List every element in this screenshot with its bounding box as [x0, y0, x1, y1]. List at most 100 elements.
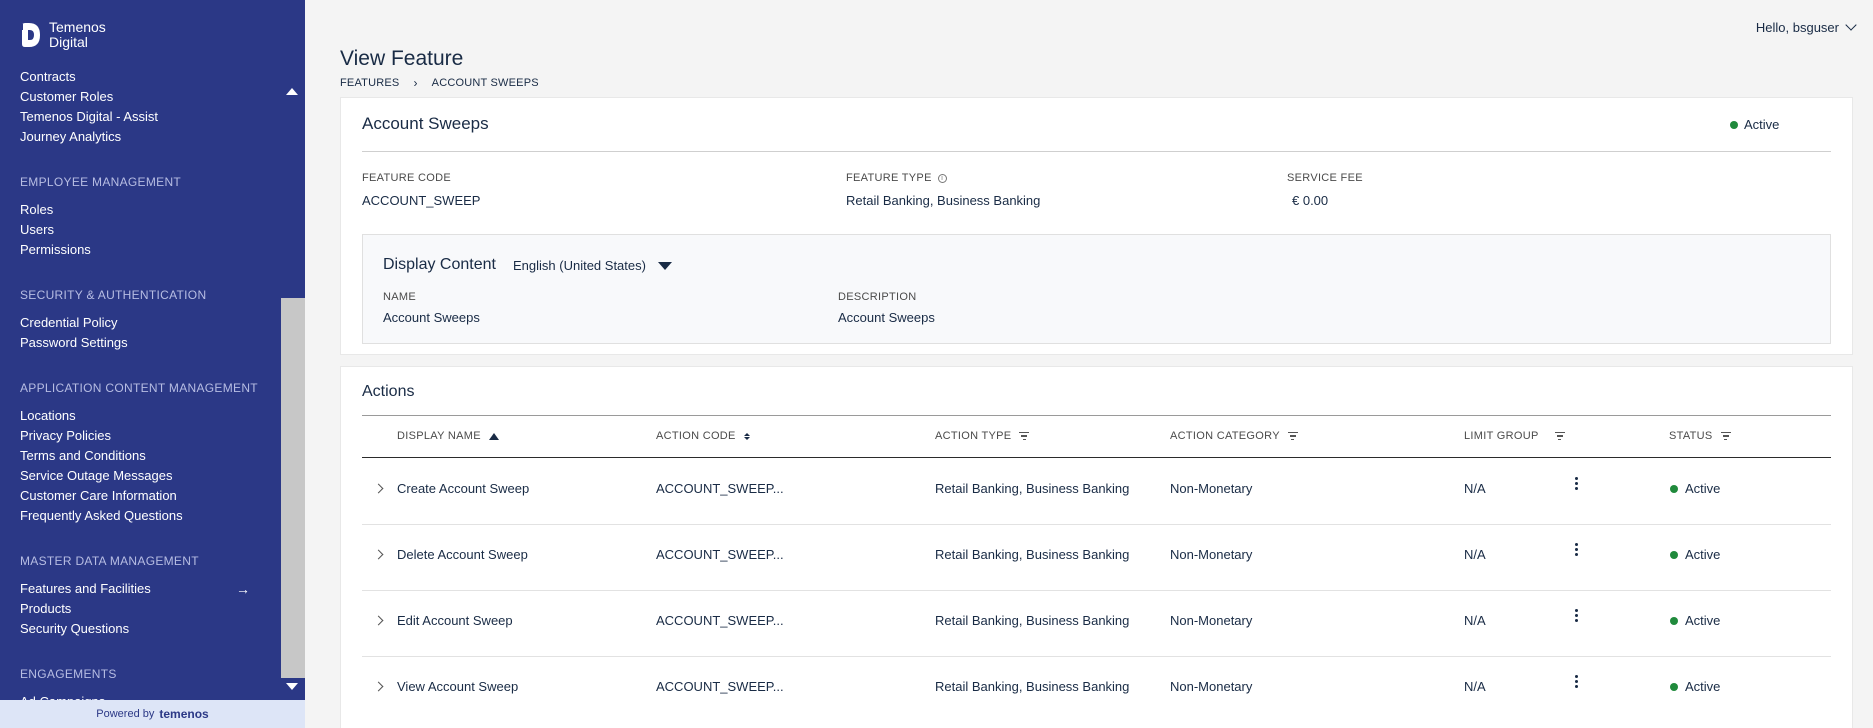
sidebar-item-digital-assist[interactable]: Temenos Digital - Assist [0, 107, 280, 127]
brand-line1: Temenos [49, 19, 106, 35]
content-name-label: NAME [383, 291, 416, 303]
brand-logo[interactable]: Temenos Digital [19, 20, 106, 50]
status-dot-icon [1670, 616, 1678, 625]
chevron-down-icon [1845, 19, 1857, 31]
caret-down-icon [657, 261, 672, 270]
feature-status-label: Active [1744, 117, 1780, 132]
row-display-name: Create Account Sweep [397, 481, 530, 496]
sidebar-scrollbar[interactable] [281, 78, 305, 700]
row-status: Active [1670, 613, 1720, 628]
expand-chevron-icon[interactable] [373, 615, 384, 626]
display-content-title: Display Content [383, 256, 496, 273]
sidebar-item-features-facilities[interactable]: Features and Facilities → [0, 579, 280, 599]
col-action-code[interactable]: ACTION CODE [656, 430, 750, 442]
scroll-track[interactable] [281, 104, 305, 678]
expand-chevron-icon[interactable] [373, 681, 384, 692]
language-selected-value: English (United States) [513, 258, 646, 273]
language-dropdown[interactable]: English (United States) [513, 258, 672, 273]
col-action-category[interactable]: ACTION CATEGORY [1170, 430, 1298, 442]
sidebar-group-app-content: APPLICATION CONTENT MANAGEMENT [20, 381, 258, 395]
sidebar-item-terms[interactable]: Terms and Conditions [0, 446, 280, 466]
sidebar-group-security: SECURITY & AUTHENTICATION [20, 288, 207, 302]
sidebar-group-employee-management: EMPLOYEE MANAGEMENT [20, 175, 182, 189]
expand-chevron-icon[interactable] [373, 483, 384, 494]
sidebar-item-roles[interactable]: Roles [0, 200, 280, 220]
feature-type-value: Retail Banking, Business Banking [846, 193, 1041, 208]
sidebar-item-security-questions[interactable]: Security Questions [0, 619, 280, 639]
sidebar-item-journey-analytics[interactable]: Journey Analytics [0, 127, 280, 147]
divider [362, 151, 1831, 152]
expand-chevron-icon[interactable] [373, 549, 384, 560]
filter-icon[interactable] [1554, 432, 1565, 440]
more-options-icon[interactable] [1570, 605, 1582, 625]
feature-code-label: FEATURE CODE [362, 172, 451, 184]
scroll-thumb[interactable] [281, 298, 305, 678]
breadcrumb-separator-icon: › [413, 76, 418, 90]
col-limit-group[interactable]: LIMIT GROUP [1464, 430, 1565, 442]
content-description-label: DESCRIPTION [838, 291, 917, 303]
col-status-label: STATUS [1669, 430, 1713, 442]
service-fee-value: € 0.00 [1292, 193, 1329, 208]
row-limit-group: N/A [1464, 481, 1486, 496]
row-action-code: ACCOUNT_SWEEP... [656, 481, 784, 496]
arrow-right-icon: → [236, 581, 250, 597]
sidebar-item-privacy-policies[interactable]: Privacy Policies [0, 426, 280, 446]
sidebar-item-faq[interactable]: Frequently Asked Questions [0, 506, 280, 526]
status-dot-icon [1730, 120, 1738, 129]
page-title: View Feature [340, 47, 464, 70]
status-dot-icon [1670, 682, 1678, 691]
feature-status: Active [1730, 117, 1779, 132]
user-menu[interactable]: Hello, bsguser [1756, 19, 1857, 35]
row-limit-group: N/A [1464, 613, 1486, 628]
col-display-name[interactable]: DISPLAY NAME [397, 430, 499, 442]
row-action-code: ACCOUNT_SWEEP... [656, 679, 784, 694]
row-display-name: View Account Sweep [397, 679, 519, 694]
sidebar-item-products[interactable]: Products [0, 599, 280, 619]
sort-ascending-icon[interactable] [488, 432, 499, 440]
actions-title: Actions [362, 383, 415, 400]
col-action-type[interactable]: ACTION TYPE [935, 430, 1030, 442]
filter-icon[interactable] [1720, 432, 1731, 440]
col-status[interactable]: STATUS [1669, 430, 1731, 442]
sidebar-item-password-settings[interactable]: Password Settings [0, 333, 280, 353]
row-display-name: Delete Account Sweep [397, 547, 528, 562]
sort-icon[interactable] [743, 432, 750, 440]
sidebar-nav: Contracts Customer Roles Temenos Digital… [0, 72, 280, 700]
sidebar-item-users[interactable]: Users [0, 220, 280, 240]
col-action-type-label: ACTION TYPE [935, 430, 1012, 442]
row-action-type: Retail Banking, Business Banking [935, 547, 1130, 562]
more-options-icon[interactable] [1570, 671, 1582, 691]
row-status: Active [1670, 547, 1720, 562]
sidebar-item-locations[interactable]: Locations [0, 406, 280, 426]
sidebar-group-engagements: ENGAGEMENTS [20, 667, 117, 681]
row-action-type: Retail Banking, Business Banking [935, 613, 1130, 628]
breadcrumb-features[interactable]: FEATURES [340, 77, 399, 89]
row-action-category: Non-Monetary [1170, 613, 1253, 628]
table-row[interactable]: Delete Account Sweep ACCOUNT_SWEEP... Re… [362, 525, 1831, 591]
feature-details-card: Account Sweeps Active FEATURE CODE ACCOU… [340, 97, 1853, 355]
table-row[interactable]: Create Account Sweep ACCOUNT_SWEEP... Re… [362, 459, 1831, 525]
sidebar-item-customer-care[interactable]: Customer Care Information [0, 486, 280, 506]
sidebar-item-permissions[interactable]: Permissions [0, 240, 280, 260]
more-options-icon[interactable] [1570, 473, 1582, 493]
filter-icon[interactable] [1019, 432, 1030, 440]
row-status-label: Active [1685, 679, 1721, 694]
sidebar-item-contracts[interactable]: Contracts [0, 72, 280, 87]
table-row[interactable]: View Account Sweep ACCOUNT_SWEEP... Reta… [362, 657, 1831, 717]
col-display-name-label: DISPLAY NAME [397, 430, 481, 442]
scroll-up-icon[interactable] [286, 88, 298, 95]
row-action-category: Non-Monetary [1170, 547, 1253, 562]
sidebar-item-ad-campaigns[interactable]: Ad Campaigns [0, 692, 280, 700]
sidebar-item-service-outage[interactable]: Service Outage Messages [0, 466, 280, 486]
display-content-panel: Display Content English (United States) … [362, 234, 1831, 344]
filter-icon[interactable] [1287, 432, 1298, 440]
sidebar-item-customer-roles[interactable]: Customer Roles [0, 87, 280, 107]
more-options-icon[interactable] [1570, 539, 1582, 559]
table-row[interactable]: Edit Account Sweep ACCOUNT_SWEEP... Reta… [362, 591, 1831, 657]
sidebar-item-credential-policy[interactable]: Credential Policy [0, 313, 280, 333]
scroll-down-icon[interactable] [286, 683, 298, 690]
row-limit-group: N/A [1464, 679, 1486, 694]
info-icon[interactable]: i [937, 174, 947, 183]
feature-type-label-text: FEATURE TYPE [846, 172, 932, 184]
content-name-value: Account Sweeps [383, 310, 480, 325]
